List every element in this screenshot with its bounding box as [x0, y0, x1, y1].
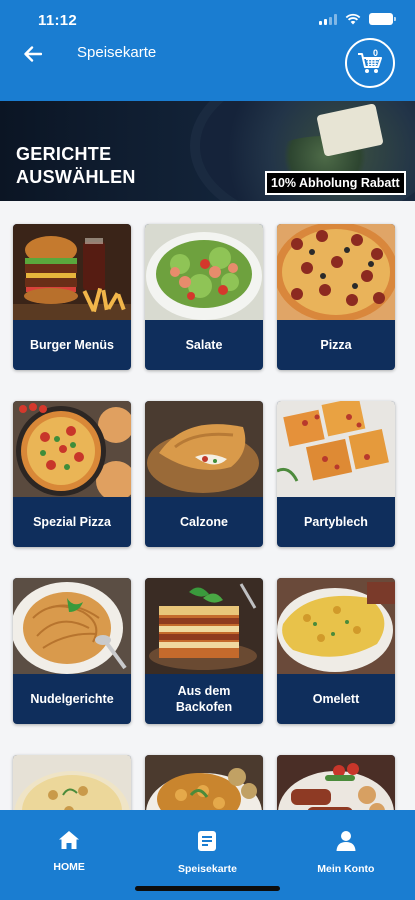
- category-label: Salate: [185, 338, 223, 352]
- pasta-photo: [13, 578, 131, 674]
- home-icon: [59, 831, 80, 849]
- category-card-burger[interactable]: Burger Menüs: [13, 224, 131, 370]
- banner-title-line-1: GERICHTE: [16, 144, 112, 164]
- category-card-oven[interactable]: Aus dem Backofen: [145, 578, 263, 724]
- battery-icon: [369, 13, 396, 25]
- category-label: Partyblech: [304, 515, 368, 529]
- menu-icon: [198, 831, 217, 851]
- category-label: Spezial Pizza: [33, 515, 111, 529]
- top-app-bar: 11:12 Speisekarte 0: [0, 0, 415, 101]
- category-card-pasta[interactable]: Nudelgerichte: [13, 578, 131, 724]
- category-card-omelette[interactable]: Omelett: [277, 578, 395, 724]
- lasagna-photo: [145, 578, 263, 674]
- salad-photo: [145, 224, 263, 320]
- special-pizza-photo: [13, 401, 131, 497]
- calzone-photo: [145, 401, 263, 497]
- category-label: Calzone: [180, 515, 228, 529]
- signal-icon: [319, 13, 337, 25]
- category-label: Pizza: [320, 338, 352, 352]
- party-tray-photo: [277, 401, 395, 497]
- person-icon: [336, 831, 356, 851]
- cart-count-badge: 0: [373, 48, 379, 58]
- nav-item-account[interactable]: Mein Konto: [277, 810, 415, 900]
- pizza-photo: [277, 224, 395, 320]
- banner-title: GERICHTE AUSWÄHLEN: [16, 143, 136, 189]
- category-label: Aus dem Backofen: [175, 684, 233, 714]
- category-card-pizza[interactable]: Pizza: [277, 224, 395, 370]
- category-card-salad[interactable]: Salate: [145, 224, 263, 370]
- pickup-discount-badge: 10% Abholung Rabatt: [265, 171, 406, 195]
- home-indicator: [135, 886, 280, 891]
- burger-menu-photo: [13, 224, 131, 320]
- grill-plate-photo: [277, 755, 395, 810]
- app-root: 11:12 Speisekarte 0 GERICHTE AUSWÄHLEN 1…: [0, 0, 415, 900]
- category-card-special-pizza[interactable]: Spezial Pizza: [13, 401, 131, 547]
- shopping-cart-icon: [358, 53, 382, 73]
- nav-label: HOME: [53, 861, 85, 873]
- cart-button[interactable]: 0: [345, 38, 395, 88]
- status-time: 11:12: [38, 12, 78, 29]
- category-card-party-tray[interactable]: Partyblech: [277, 401, 395, 547]
- category-label: Omelett: [312, 692, 360, 706]
- back-button[interactable]: [18, 40, 48, 68]
- category-label: Burger Menüs: [29, 338, 115, 352]
- page-title: Speisekarte: [77, 44, 157, 61]
- schnitzel-photo: [145, 755, 263, 810]
- nav-item-home[interactable]: HOME: [0, 810, 138, 900]
- omelette-photo: [277, 578, 395, 674]
- category-grid: Burger Menüs Salate Pizza Spezial Pizza …: [0, 201, 415, 810]
- arrow-left-icon: [24, 46, 42, 62]
- category-card-casserole[interactable]: [13, 755, 131, 810]
- nav-label: Mein Konto: [317, 863, 375, 875]
- category-card-calzone[interactable]: Calzone: [145, 401, 263, 547]
- wifi-icon: [345, 13, 361, 25]
- casserole-photo: [13, 755, 131, 810]
- status-icons: [319, 13, 396, 25]
- banner-title-line-2: AUSWÄHLEN: [16, 167, 136, 187]
- category-card-grill-plate[interactable]: [277, 755, 395, 810]
- nav-label: Speisekarte: [178, 863, 237, 875]
- category-card-schnitzel[interactable]: [145, 755, 263, 810]
- category-label: Nudelgerichte: [30, 692, 114, 706]
